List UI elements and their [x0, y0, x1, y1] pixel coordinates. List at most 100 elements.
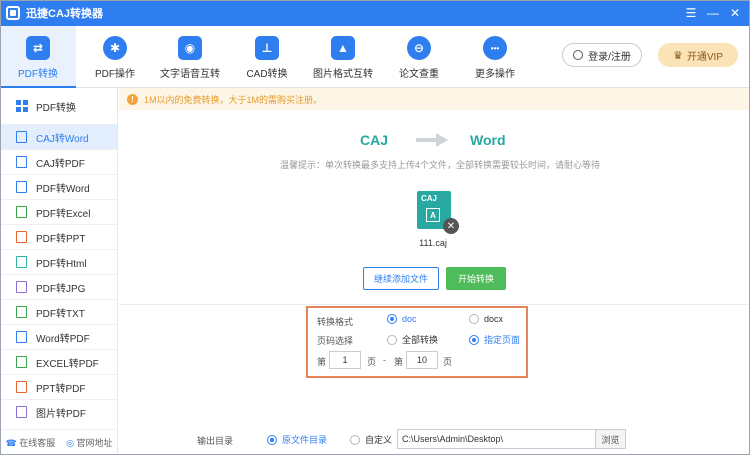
sidebar-item-label: PPT转PDF [36, 383, 86, 395]
format-doc-label: doc [402, 314, 417, 324]
sidebar-item[interactable]: PDF转Word [0, 174, 117, 199]
pages-label: 页码选择 [317, 336, 354, 346]
arrow-right-icon [416, 133, 449, 147]
pages-all-label: 全部转换 [402, 335, 439, 345]
sidebar-item[interactable]: EXCEL转PDF [0, 349, 117, 374]
radio-checked-icon [469, 334, 479, 345]
app-logo-icon [6, 6, 20, 20]
output-original-radio[interactable]: 原文件目录 [267, 433, 327, 446]
online-service-link[interactable]: ☎ 在线客服 [5, 436, 55, 449]
from-page-input[interactable]: 1 [329, 351, 361, 369]
tool-image-format[interactable]: ▲ 图片格式互转 [305, 26, 381, 88]
pages-custom-radio[interactable]: 指定页面 [469, 333, 520, 346]
headset-icon: ☎ [5, 438, 17, 448]
format-doc-radio[interactable]: doc [387, 314, 417, 324]
file-icon [16, 381, 27, 393]
radio-checked-icon [387, 314, 397, 324]
grid-icon [16, 100, 28, 112]
online-service-label: 在线客服 [19, 438, 56, 448]
tool-text-speech[interactable]: ◉ 文字语音互转 [152, 26, 228, 88]
login-label: 登录/注册 [588, 51, 631, 63]
vip-button[interactable]: ♛ 开通VIP [658, 43, 738, 67]
sidebar-item-label: PDF转Word [36, 183, 90, 195]
radio-unchecked-icon [350, 434, 360, 445]
sidebar-item[interactable]: CAJ转PDF [0, 149, 117, 174]
file-type-label: CAJ [421, 194, 438, 203]
warning-icon: ! [127, 93, 138, 105]
website-link[interactable]: ◎ 官网地址 [66, 436, 112, 449]
gear-icon: ✱ [103, 36, 127, 60]
browse-button[interactable]: 浏览 [596, 429, 626, 449]
sidebar-item-label: PDF转TXT [36, 308, 85, 320]
start-convert-button[interactable]: 开始转换 [446, 267, 506, 290]
tool-label: PDF操作 [95, 69, 135, 80]
output-custom-radio[interactable]: 自定义 [350, 433, 392, 446]
sidebar-item[interactable]: PDF转PPT [0, 224, 117, 249]
close-icon[interactable]: ✕ [724, 6, 746, 20]
file-icon [16, 131, 27, 143]
sidebar-item[interactable]: PDF转Html [0, 249, 117, 274]
source-format: CAJ [360, 132, 389, 148]
sidebar-item[interactable]: PPT转PDF [0, 374, 117, 399]
radio-unchecked-icon [387, 334, 397, 345]
radio-unchecked-icon [469, 314, 479, 324]
sidebar-item-label: CAJ转Word [36, 133, 89, 145]
app-title: 迅捷CAJ转换器 [26, 8, 104, 20]
sidebar-item-label: PDF转PPT [36, 233, 86, 245]
sidebar-item[interactable]: PDF转Excel [0, 199, 117, 224]
check-icon: ⊖ [407, 36, 431, 60]
sidebar-item-label: Word转PDF [36, 333, 90, 345]
swap-icon: ⇄ [26, 36, 50, 60]
tool-more[interactable]: ••• 更多操作 [457, 26, 533, 88]
tool-pdf-operations[interactable]: ✱ PDF操作 [77, 26, 153, 88]
sidebar-item[interactable]: 图片转PDF [0, 399, 117, 424]
file-name: 111.caj [419, 238, 447, 248]
image-icon: ▲ [331, 36, 355, 60]
divider [119, 304, 750, 305]
login-button[interactable]: 登录/注册 [562, 43, 642, 67]
format-docx-radio[interactable]: docx [469, 314, 503, 324]
format-docx-label: docx [484, 314, 504, 324]
file-icon [16, 331, 27, 343]
title-bar: 迅捷CAJ转换器 ☰ — ✕ [0, 0, 750, 26]
notice-text: 1M以内的免费转换，大于1M的需购买注册。 [144, 94, 323, 105]
remove-file-icon[interactable]: ✕ [443, 218, 459, 234]
file-icon [16, 181, 27, 193]
pages-all-radio[interactable]: 全部转换 [387, 333, 438, 346]
file-icon [16, 281, 27, 293]
file-icon [16, 406, 27, 418]
sidebar-item-label: PDF转Html [36, 258, 87, 270]
file-icon [16, 156, 27, 168]
tool-label: 更多操作 [475, 69, 515, 80]
sidebar-footer: ☎ 在线客服 ◎ 官网地址 [0, 429, 118, 455]
sidebar-item[interactable]: PDF转JPG [0, 274, 117, 299]
output-path-input[interactable]: C:\Users\Admin\Desktop\ [397, 429, 596, 449]
globe-icon: ◎ [66, 438, 74, 448]
conversion-direction: CAJ Word [360, 131, 560, 149]
file-icon [16, 231, 27, 243]
radio-checked-icon [267, 434, 277, 445]
output-original-label: 原文件目录 [282, 435, 328, 445]
tool-cad-convert[interactable]: ⊥ CAD转换 [229, 26, 305, 88]
add-file-button[interactable]: 继续添加文件 [363, 267, 439, 290]
page-unit: 页 [443, 357, 453, 367]
minimize-icon[interactable]: — [702, 6, 724, 20]
sidebar-header: PDF转换 [0, 88, 117, 124]
tool-plagiarism-check[interactable]: ⊖ 论文查重 [381, 26, 457, 88]
output-custom-label: 自定义 [365, 435, 393, 445]
tool-label: 图片格式互转 [313, 69, 373, 80]
sidebar-item-label: CAJ转PDF [36, 158, 85, 170]
page-unit: 页 [367, 357, 377, 367]
user-icon [573, 50, 584, 60]
sidebar-item[interactable]: CAJ转Word [0, 124, 117, 149]
hint-text: 温馨提示：单次转换最多支持上传4个文件，全部转换需要较长时间，请耐心等待 [280, 160, 601, 170]
menu-icon[interactable]: ☰ [680, 6, 702, 20]
to-page-input[interactable]: 10 [406, 351, 438, 369]
format-label: 转换格式 [317, 317, 354, 327]
sidebar-item[interactable]: PDF转TXT [0, 299, 117, 324]
sidebar: PDF转换 CAJ转Word CAJ转PDF PDF转Word PDF转Excel PD… [0, 88, 118, 455]
sidebar-item-label: EXCEL转PDF [36, 358, 99, 370]
sidebar-item[interactable]: Word转PDF [0, 324, 117, 349]
tool-pdf-convert[interactable]: ⇄ PDF转换 [0, 26, 76, 88]
output-label: 输出目录 [197, 436, 234, 446]
